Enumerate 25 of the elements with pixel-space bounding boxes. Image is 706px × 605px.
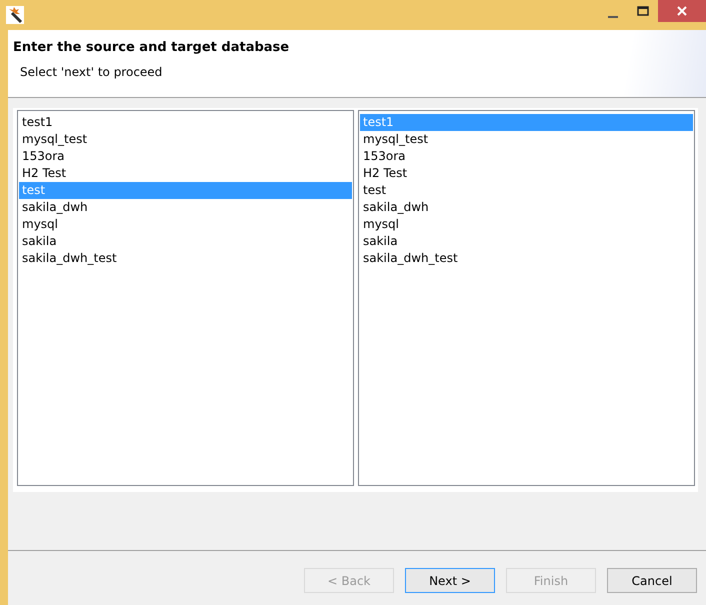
list-item[interactable]: sakila_dwh: [360, 199, 693, 216]
list-item[interactable]: mysql: [360, 216, 693, 233]
close-button[interactable]: [658, 0, 706, 22]
list-item[interactable]: H2 Test: [360, 165, 693, 182]
list-item[interactable]: 153ora: [19, 148, 352, 165]
list-item[interactable]: sakila: [19, 233, 352, 250]
list-item[interactable]: mysql_test: [19, 131, 352, 148]
list-item[interactable]: sakila_dwh_test: [360, 250, 693, 267]
list-item[interactable]: test1: [19, 114, 352, 131]
list-item[interactable]: sakila_dwh_test: [19, 250, 352, 267]
list-item[interactable]: sakila_dwh: [19, 199, 352, 216]
list-item[interactable]: test: [360, 182, 693, 199]
minimize-icon: [608, 16, 618, 18]
close-icon: [677, 6, 687, 16]
maximize-icon: [637, 6, 649, 16]
wand-icon: [6, 6, 24, 24]
wizard-button[interactable]: Cancel: [607, 568, 697, 593]
wizard-button[interactable]: Next >: [405, 568, 495, 593]
list-item[interactable]: 153ora: [360, 148, 693, 165]
page-subtitle: Select 'next' to proceed: [20, 65, 164, 79]
list-item[interactable]: sakila: [360, 233, 693, 250]
page-title: Enter the source and target database: [13, 40, 290, 55]
list-item[interactable]: H2 Test: [19, 165, 352, 182]
list-item[interactable]: mysql_test: [360, 131, 693, 148]
list-item[interactable]: mysql: [19, 216, 352, 233]
